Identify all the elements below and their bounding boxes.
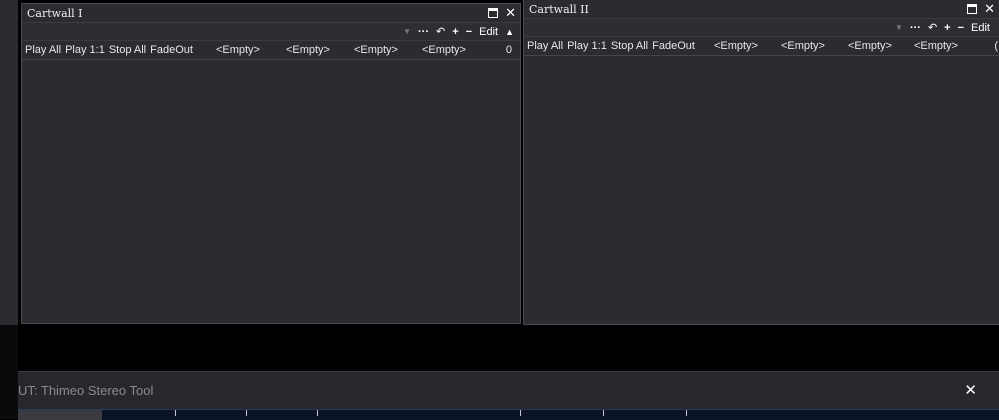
ruler-tick (317, 410, 318, 416)
cart-slot[interactable]: <Empty> (354, 44, 418, 56)
cart-slot[interactable]: <Empty> (286, 44, 350, 56)
plus-icon[interactable]: + (452, 26, 458, 38)
maximize-icon[interactable] (488, 8, 499, 18)
panel-titlebar: Cartwall II ✕ (524, 0, 999, 18)
play-1-1-button[interactable]: Play 1:1 (567, 40, 607, 52)
cart-control-row: Play All Play 1:1 Stop All FadeOut <Empt… (22, 41, 520, 60)
cart-slot[interactable]: <Empty> (422, 44, 482, 56)
play-all-button[interactable]: Play All (25, 44, 61, 56)
cartwall-body (524, 58, 999, 324)
window-controls: ✕ (967, 3, 995, 16)
cart-control-row: Play All Play 1:1 Stop All FadeOut <Empt… (524, 37, 999, 56)
fadeout-button[interactable]: FadeOut (150, 44, 193, 56)
ruler-tick (175, 410, 176, 416)
plugin-window-title: UT: Thimeo Stereo Tool (18, 383, 154, 398)
cartwall-toolbar: ▼ ··· ↶ + − Edit ▲ (22, 22, 520, 41)
cart-slot[interactable]: <Empty> (848, 40, 910, 52)
panel-title: Cartwall II (529, 2, 589, 16)
play-1-1-button[interactable]: Play 1:1 (65, 44, 105, 56)
minus-icon[interactable]: − (466, 26, 472, 38)
minus-icon[interactable]: − (958, 22, 964, 34)
cart-slot[interactable]: <Empty> (714, 40, 777, 52)
cartwall-toolbar: ▼ ··· ↶ + − Edit ▲ (524, 18, 999, 37)
stop-all-button[interactable]: Stop All (611, 40, 648, 52)
edit-button[interactable]: Edit (971, 22, 990, 34)
close-icon[interactable]: ✕ (964, 381, 977, 399)
undo-icon[interactable]: ↶ (928, 21, 937, 34)
play-all-button[interactable]: Play All (527, 40, 563, 52)
chevron-up-icon[interactable]: ▲ (505, 27, 514, 37)
ruler-tick (603, 410, 604, 416)
chevron-down-icon[interactable]: ▼ (895, 23, 903, 32)
ruler-tick (686, 410, 687, 416)
cartwall-panel-2: Cartwall II ✕ ▼ ··· ↶ + − Edit ▲ Play Al… (523, 0, 999, 325)
timeline-ruler (18, 409, 999, 420)
plus-icon[interactable]: + (944, 22, 950, 34)
undo-icon[interactable]: ↶ (436, 25, 445, 38)
cart-count: ( (994, 40, 998, 52)
plugin-window-bar: UT: Thimeo Stereo Tool ✕ (18, 371, 999, 410)
maximize-icon[interactable] (967, 4, 978, 14)
left-edge-strip-bottom (0, 325, 18, 419)
fadeout-button[interactable]: FadeOut (652, 40, 695, 52)
cart-slot[interactable]: <Empty> (781, 40, 844, 52)
edit-button[interactable]: Edit (479, 26, 498, 38)
ruler-tick (246, 410, 247, 416)
panel-title: Cartwall I (27, 6, 83, 20)
close-icon[interactable]: ✕ (984, 3, 995, 16)
ruler-tick (520, 410, 521, 416)
cartwall-body (22, 61, 520, 323)
cart-slot[interactable]: <Empty> (914, 40, 974, 52)
close-icon[interactable]: ✕ (505, 7, 516, 20)
window-controls: ✕ (488, 7, 516, 20)
chevron-down-icon[interactable]: ▼ (403, 27, 411, 36)
panel-titlebar: Cartwall I ✕ (22, 4, 520, 22)
cart-slot[interactable]: <Empty> (216, 44, 282, 56)
stop-all-button[interactable]: Stop All (109, 44, 146, 56)
cart-count: 0 (505, 44, 512, 56)
more-icon[interactable]: ··· (418, 26, 429, 38)
cartwall-panel-1: Cartwall I ✕ ▼ ··· ↶ + − Edit ▲ Play All… (21, 3, 521, 324)
more-icon[interactable]: ··· (910, 22, 921, 34)
